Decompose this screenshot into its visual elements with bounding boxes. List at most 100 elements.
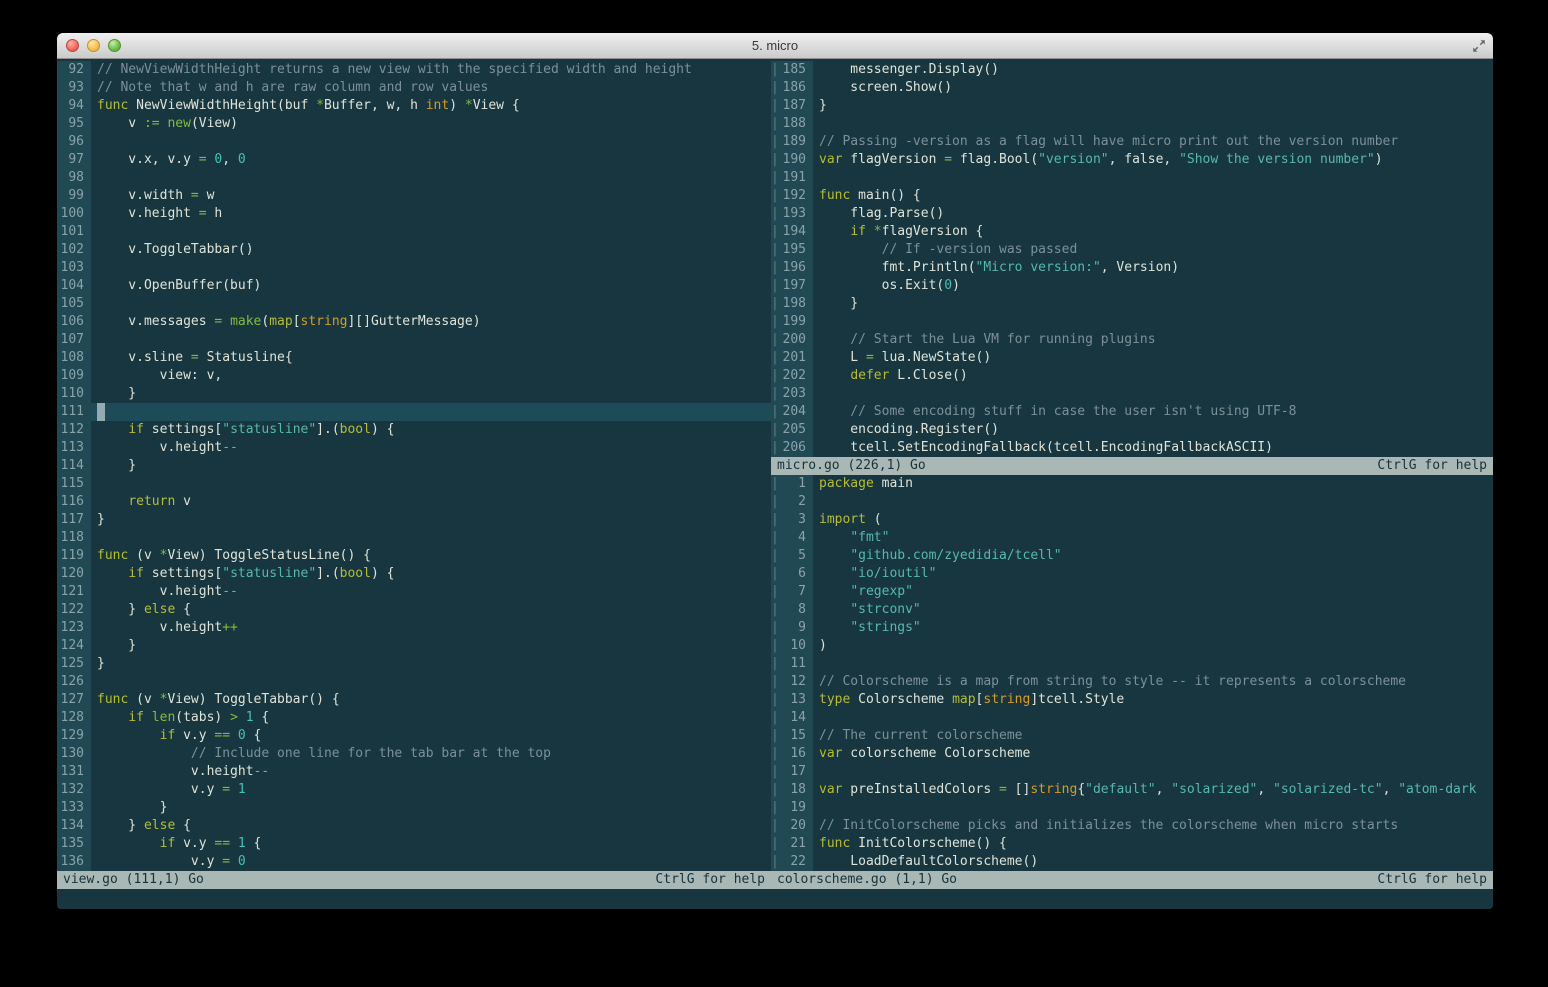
code-line[interactable]: |194 if *flagVersion { [771,223,1493,241]
code-line[interactable]: |17 [771,763,1493,781]
code-line[interactable]: |22 LoadDefaultColorscheme() [771,853,1493,871]
code-line[interactable]: 134 } else { [57,817,771,835]
code-line[interactable]: 93// Note that w and h are raw column an… [57,79,771,97]
code-line[interactable]: |204 // Some encoding stuff in case the … [771,403,1493,421]
code-line[interactable]: 109 view: v, [57,367,771,385]
zoom-button[interactable] [108,39,121,52]
code-line[interactable]: 92// NewViewWidthHeight returns a new vi… [57,61,771,79]
code-area-view-go[interactable]: 92// NewViewWidthHeight returns a new vi… [57,61,771,871]
code-line[interactable]: 124 } [57,637,771,655]
code-line[interactable]: |3import ( [771,511,1493,529]
code-line[interactable]: 113 v.height-- [57,439,771,457]
code-line[interactable]: 118 [57,529,771,547]
code-line[interactable]: |19 [771,799,1493,817]
code-line[interactable]: |196 fmt.Println("Micro version:", Versi… [771,259,1493,277]
code-line[interactable]: 102 v.ToggleTabbar() [57,241,771,259]
code-line[interactable]: 131 v.height-- [57,763,771,781]
code-line[interactable]: 114 } [57,457,771,475]
code-line[interactable]: |186 screen.Show() [771,79,1493,97]
code-line[interactable]: 110 } [57,385,771,403]
code-line[interactable]: 133 } [57,799,771,817]
code-line[interactable]: 105 [57,295,771,313]
code-line[interactable]: 129 if v.y == 0 { [57,727,771,745]
code-line[interactable]: |201 L = lua.NewState() [771,349,1493,367]
code-line[interactable]: 130 // Include one line for the tab bar … [57,745,771,763]
code-line[interactable]: 97 v.x, v.y = 0, 0 [57,151,771,169]
code-line[interactable]: |20// InitColorscheme picks and initiali… [771,817,1493,835]
code-line[interactable]: 115 [57,475,771,493]
code-line[interactable]: |1package main [771,475,1493,493]
code-line[interactable]: 126 [57,673,771,691]
code-line[interactable]: |4 "fmt" [771,529,1493,547]
code-line[interactable]: |187} [771,97,1493,115]
pane-view-go: 92// NewViewWidthHeight returns a new vi… [57,61,771,889]
line-number: 16 [780,745,813,763]
code-line[interactable]: |192func main() { [771,187,1493,205]
code-line[interactable]: 104 v.OpenBuffer(buf) [57,277,771,295]
code-line[interactable]: 98 [57,169,771,187]
code-line[interactable]: |8 "strconv" [771,601,1493,619]
code-line[interactable]: |2 [771,493,1493,511]
code-line[interactable]: |198 } [771,295,1493,313]
code-line[interactable]: 103 [57,259,771,277]
code-line[interactable]: 135 if v.y == 1 { [57,835,771,853]
command-message-line[interactable] [57,889,1493,909]
close-button[interactable] [66,39,79,52]
code-line[interactable]: |16var colorscheme Colorscheme [771,745,1493,763]
code-line[interactable]: |190var flagVersion = flag.Bool("version… [771,151,1493,169]
code-line[interactable]: 95 v := new(View) [57,115,771,133]
code-line[interactable]: |199 [771,313,1493,331]
minimize-button[interactable] [87,39,100,52]
code-line[interactable]: |191 [771,169,1493,187]
code-line[interactable]: |7 "regexp" [771,583,1493,601]
code-line[interactable]: |10) [771,637,1493,655]
code-line[interactable]: |205 encoding.Register() [771,421,1493,439]
window-titlebar[interactable]: 5. micro [57,33,1493,59]
fullscreen-icon[interactable] [1471,38,1487,54]
code-line[interactable]: |189// Passing -version as a flag will h… [771,133,1493,151]
code-line[interactable]: 125} [57,655,771,673]
code-line[interactable]: |202 defer L.Close() [771,367,1493,385]
code-line[interactable]: |14 [771,709,1493,727]
code-line[interactable]: |18var preInstalledColors = []string{"de… [771,781,1493,799]
code-line[interactable]: 127func (v *View) ToggleTabbar() { [57,691,771,709]
code-line[interactable]: |21func InitColorscheme() { [771,835,1493,853]
code-line[interactable]: |206 tcell.SetEncodingFallback(tcell.Enc… [771,439,1493,457]
code-line[interactable]: 119func (v *View) ToggleStatusLine() { [57,547,771,565]
code-line[interactable]: |185 messenger.Display() [771,61,1493,79]
code-line[interactable]: |15// The current colorscheme [771,727,1493,745]
code-line[interactable]: 100 v.height = h [57,205,771,223]
code-line[interactable]: |6 "io/ioutil" [771,565,1493,583]
code-line[interactable]: |188 [771,115,1493,133]
code-line[interactable]: 122 } else { [57,601,771,619]
code-line[interactable]: 117} [57,511,771,529]
code-line[interactable]: 136 v.y = 0 [57,853,771,871]
code-line[interactable]: |195 // If -version was passed [771,241,1493,259]
code-line[interactable]: |197 os.Exit(0) [771,277,1493,295]
code-line[interactable]: |5 "github.com/zyedidia/tcell" [771,547,1493,565]
code-line[interactable]: 128 if len(tabs) > 1 { [57,709,771,727]
code-area-colorscheme-go[interactable]: |1package main|2|3import (|4 "fmt"|5 "gi… [771,475,1493,871]
code-line[interactable]: |11 [771,655,1493,673]
code-line[interactable]: 106 v.messages = make(map[string][]Gutte… [57,313,771,331]
code-line[interactable]: 96 [57,133,771,151]
code-line[interactable]: 99 v.width = w [57,187,771,205]
code-line[interactable]: 108 v.sline = Statusline{ [57,349,771,367]
code-line[interactable]: 107 [57,331,771,349]
code-line[interactable]: |12// Colorscheme is a map from string t… [771,673,1493,691]
code-line[interactable]: 121 v.height-- [57,583,771,601]
code-line[interactable]: |203 [771,385,1493,403]
code-line[interactable]: 94func NewViewWidthHeight(buf *Buffer, w… [57,97,771,115]
code-area-micro-go[interactable]: |185 messenger.Display()|186 screen.Show… [771,61,1493,457]
code-line[interactable]: |13type Colorscheme map[string]tcell.Sty… [771,691,1493,709]
code-line[interactable]: 132 v.y = 1 [57,781,771,799]
code-line[interactable]: 112 if settings["statusline"].(bool) { [57,421,771,439]
code-line[interactable]: 116 return v [57,493,771,511]
code-line[interactable]: 111 [57,403,771,421]
code-line[interactable]: |9 "strings" [771,619,1493,637]
code-line[interactable]: 123 v.height++ [57,619,771,637]
code-line[interactable]: |200 // Start the Lua VM for running plu… [771,331,1493,349]
code-line[interactable]: |193 flag.Parse() [771,205,1493,223]
code-line[interactable]: 120 if settings["statusline"].(bool) { [57,565,771,583]
code-line[interactable]: 101 [57,223,771,241]
